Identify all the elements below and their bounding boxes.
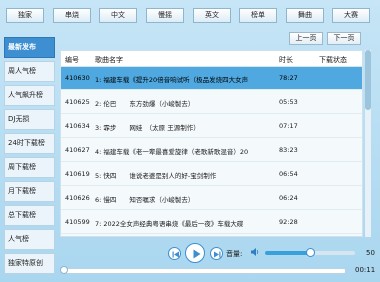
skip-previous-icon — [172, 251, 179, 258]
speaker-icon[interactable] — [250, 247, 260, 257]
sidebar-item-total-downloads[interactable]: 总下载榜 — [4, 205, 55, 226]
table-row[interactable]: 410627 4: 福建车载《老一辈最喜爱旋律（老歌新歌混音）20 83:23 — [61, 139, 362, 162]
sidebar-item-dj-lossless[interactable]: DJ无损 — [4, 109, 55, 130]
next-page-button[interactable]: 下一页 — [327, 32, 361, 45]
sidebar: 最新发布 周人气榜 人气飙升榜 DJ无损 24时下载榜 周下载榜 月下载榜 总下… — [4, 37, 55, 277]
song-name: 2: 伦巴 东方劲爆（小峻製去） — [95, 100, 195, 108]
tab-exclusive[interactable]: 独家 — [6, 8, 44, 23]
progress-bar[interactable] — [60, 266, 346, 274]
song-duration: 06:54 — [279, 170, 298, 178]
category-tabs: 独家 串烧 中文 慢摇 英文 榜单 舞曲 大赛 — [6, 8, 372, 25]
song-id: 410599 — [65, 218, 90, 226]
progress-knob[interactable] — [60, 266, 68, 274]
header-duration: 时长 — [279, 56, 293, 64]
song-name: 6: 慢四 知否嘱求（小峻製去） — [95, 196, 195, 204]
table-row[interactable]: 410634 3: 霏步 网娃 （太原 王源制作） 07:17 — [61, 115, 362, 138]
song-id: 410626 — [65, 194, 90, 202]
song-duration: 05:53 — [279, 98, 298, 106]
sidebar-item-rising[interactable]: 人气飙升榜 — [4, 85, 55, 106]
song-id: 410619 — [65, 170, 90, 178]
scrollbar-thumb[interactable] — [365, 50, 371, 110]
tab-medley[interactable]: 串烧 — [53, 8, 91, 23]
table-row[interactable]: 410630 1: 福建车载《提升20倍音响试听（极品发烧四大女声 78:27 — [61, 67, 362, 90]
tab-charts[interactable]: 榜单 — [239, 8, 277, 23]
table-scrollbar[interactable] — [365, 50, 371, 237]
previous-track-button[interactable] — [168, 247, 181, 260]
song-duration: 92:28 — [279, 218, 298, 226]
sidebar-item-weekly-popular[interactable]: 周人气榜 — [4, 61, 55, 82]
play-button[interactable] — [185, 243, 205, 263]
tab-contest[interactable]: 大赛 — [332, 8, 370, 23]
song-duration: 83:23 — [279, 146, 298, 154]
tab-chinese[interactable]: 中文 — [99, 8, 137, 23]
sidebar-item-exclusive-original[interactable]: 独家特原创 — [4, 253, 55, 274]
table-row[interactable]: 410619 5: 快四 谁说老婆是别人的好-宝剑制作 06:54 — [61, 163, 362, 186]
sidebar-item-latest[interactable]: 最新发布 — [4, 37, 55, 58]
tab-dance[interactable]: 舞曲 — [286, 8, 324, 23]
song-id: 410634 — [65, 122, 90, 130]
header-status: 下载状态 — [319, 56, 347, 64]
song-id: 410627 — [65, 146, 90, 154]
sidebar-item-24h-downloads[interactable]: 24时下载榜 — [4, 133, 55, 154]
sidebar-item-monthly-downloads[interactable]: 月下载榜 — [4, 181, 55, 202]
skip-next-icon — [214, 251, 221, 258]
header-name: 歌曲名字 — [95, 56, 123, 64]
song-table: 编号 歌曲名字 时长 下载状态 410630 1: 福建车载《提升20倍音响试听（… — [60, 50, 363, 237]
song-name: 5: 快四 谁说老婆是别人的好-宝剑制作 — [95, 172, 217, 180]
volume-slider[interactable] — [265, 248, 355, 257]
volume-fill — [265, 251, 310, 255]
song-duration: 78:27 — [279, 74, 298, 82]
table-row[interactable]: 410626 6: 慢四 知否嘱求（小峻製去） 06:24 — [61, 187, 362, 210]
sidebar-item-weekly-downloads[interactable]: 周下载榜 — [4, 157, 55, 178]
song-name: 3: 霏步 网娃 （太原 王源制作） — [95, 124, 200, 132]
song-name: 7: 2022全女声经典粤语串烧《最后一夜》车载大碟 — [95, 220, 244, 228]
song-duration: 07:17 — [279, 122, 298, 130]
volume-value: 50 — [366, 249, 375, 257]
table-row[interactable]: 410599 7: 2022全女声经典粤语串烧《最后一夜》车载大碟 92:28 — [61, 211, 362, 234]
volume-label: 音量: — [226, 250, 243, 258]
header-id: 编号 — [65, 56, 79, 64]
play-icon — [193, 249, 201, 259]
song-name: 4: 福建车载《老一辈最喜爱旋律（老歌新歌混音）20 — [95, 148, 249, 156]
tab-english[interactable]: 英文 — [193, 8, 231, 23]
table-header: 编号 歌曲名字 时长 下载状态 — [61, 51, 362, 67]
volume-knob[interactable] — [306, 248, 315, 257]
next-track-button[interactable] — [210, 247, 223, 260]
table-row[interactable]: 410625 2: 伦巴 东方劲爆（小峻製去） 05:53 — [61, 91, 362, 114]
song-duration: 06:24 — [279, 194, 298, 202]
current-time: 00:11 — [355, 266, 376, 274]
song-name: 1: 福建车载《提升20倍音响试听（极品发烧四大女声 — [95, 76, 249, 84]
song-id: 410630 — [65, 74, 90, 82]
prev-page-button[interactable]: 上一页 — [289, 32, 323, 45]
sidebar-item-popular[interactable]: 人气榜 — [4, 229, 55, 250]
tab-slow-rock[interactable]: 慢摇 — [146, 8, 184, 23]
song-id: 410625 — [65, 98, 90, 106]
